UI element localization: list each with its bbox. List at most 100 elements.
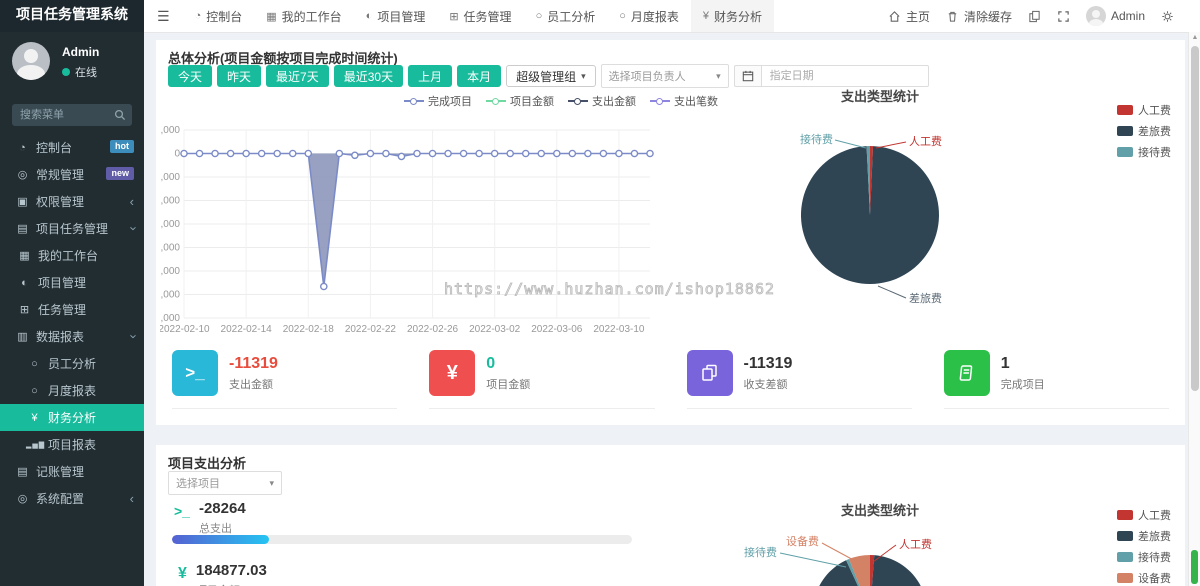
sidebar-item-monthly-report[interactable]: ○ 月度报表 xyxy=(0,377,144,404)
pie-legend-item[interactable]: 人工费 xyxy=(1117,507,1171,523)
chevron-down-icon: ‹ xyxy=(124,226,139,230)
yen-icon: ¥ xyxy=(26,412,43,424)
legend-item-completed-projects[interactable]: 完成项目 xyxy=(404,93,472,109)
sidebar-item-ledger[interactable]: ▤ 记账管理 xyxy=(0,458,144,485)
svg-text:2022-02-18: 2022-02-18 xyxy=(283,324,335,335)
legend-label: 差旅费 xyxy=(1138,123,1171,139)
filter-yesterday-button[interactable]: 昨天 xyxy=(217,65,261,87)
tab-label: 任务管理 xyxy=(464,8,512,25)
search-icon[interactable] xyxy=(114,109,126,121)
tab-monthly-report[interactable]: ○ 月度报表 xyxy=(607,0,691,32)
settings-button[interactable] xyxy=(1161,10,1174,23)
terminal-icon: >_ xyxy=(174,501,190,536)
clear-cache-button[interactable]: 清除缓存 xyxy=(946,8,1012,25)
legend-label: 设备费 xyxy=(1138,570,1171,586)
permissions-icon: ▣ xyxy=(14,195,31,208)
calendar-button[interactable] xyxy=(734,65,761,87)
sidebar-item-task-mgmt[interactable]: ⊞ 任务管理 xyxy=(0,296,144,323)
project-select[interactable]: 选择项目 ▾ xyxy=(168,471,282,495)
pie-legend-item[interactable]: 差旅费 xyxy=(1117,528,1171,544)
line-chart[interactable]: ,0000,000,000,000,000,000,000,0002022-02… xyxy=(160,122,660,344)
scroll-up-arrow-icon[interactable]: ▲ xyxy=(1189,34,1200,41)
sidebar-item-workbench[interactable]: ▦ 我的工作台 xyxy=(0,242,144,269)
home-icon xyxy=(888,10,901,23)
stat-label: 支出金额 xyxy=(229,376,278,392)
svg-text:,000: ,000 xyxy=(161,196,181,207)
stat-value: -11319 xyxy=(744,355,793,373)
svg-text:2022-03-06: 2022-03-06 xyxy=(531,324,583,335)
sidebar-item-employee-analysis[interactable]: ○ 员工分析 xyxy=(0,350,144,377)
tab-console[interactable]: ◔ 控制台 xyxy=(183,0,255,32)
stat-label: 收支差额 xyxy=(744,376,793,392)
stat-value: 184877.03 xyxy=(196,563,267,579)
filter-thismonth-button[interactable]: 本月 xyxy=(457,65,501,87)
group-dropdown-button[interactable]: 超级管理组 ▾ xyxy=(506,65,596,87)
data-report-icon: ▥ xyxy=(14,330,31,343)
tab-task-mgmt[interactable]: ⊞ 任务管理 xyxy=(437,0,523,32)
owner-select[interactable]: 选择项目负责人 ▾ xyxy=(601,64,729,88)
sidebar-item-console[interactable]: ◔ 控制台 hot xyxy=(0,134,144,161)
dashboard-icon: ◔ xyxy=(195,10,202,22)
sidebar-item-system-config[interactable]: ◎ 系统配置 ‹ xyxy=(0,485,144,512)
yen-icon: ¥ xyxy=(703,10,709,22)
tab-project-mgmt[interactable]: ◐ 项目管理 xyxy=(354,0,438,32)
sidebar-item-finance-analysis[interactable]: ¥ 财务分析 xyxy=(0,404,144,431)
pie-legend: 人工费 差旅费 接待费 xyxy=(1117,102,1171,160)
pie-label-equipment: 设备费 xyxy=(786,534,819,548)
filter-today-button[interactable]: 今天 xyxy=(168,65,212,87)
sidebar-item-general[interactable]: ◎ 常规管理 new xyxy=(0,161,144,188)
inner-scrollbar-thumb[interactable] xyxy=(1191,550,1198,584)
home-button[interactable]: 主页 xyxy=(888,8,930,25)
tab-label: 项目管理 xyxy=(377,8,425,25)
calendar-icon xyxy=(742,70,754,82)
svg-text:,000: ,000 xyxy=(161,266,181,277)
circle-o-icon: ○ xyxy=(26,358,43,370)
copy-button[interactable] xyxy=(1028,10,1041,23)
notebook-icon xyxy=(944,350,990,396)
filter-30days-button[interactable]: 最近30天 xyxy=(334,65,403,87)
sidebar-item-label: 项目管理 xyxy=(38,274,86,291)
leader-line xyxy=(835,140,866,148)
pie-legend-item[interactable]: 接待费 xyxy=(1117,549,1171,565)
expense-type-pie-chart-2[interactable]: 接待费 设备费 人工费 xyxy=(740,505,1020,586)
filter-lastmonth-button[interactable]: 上月 xyxy=(408,65,452,87)
pie-label-reception: 接待费 xyxy=(744,545,777,559)
date-input[interactable] xyxy=(761,65,929,87)
sidebar-item-project-mgmt[interactable]: ◐ 项目管理 xyxy=(0,269,144,296)
progress-fill xyxy=(172,535,269,544)
avatar[interactable] xyxy=(12,42,50,80)
pie-legend-item[interactable]: 设备费 xyxy=(1117,570,1171,586)
fullscreen-button[interactable] xyxy=(1057,10,1070,23)
chevron-left-icon: ‹ xyxy=(130,194,134,209)
gear-icon xyxy=(1161,10,1174,23)
scrollbar-thumb[interactable] xyxy=(1191,46,1199,391)
circle-o-icon: ○ xyxy=(619,10,626,22)
filter-7days-button[interactable]: 最近7天 xyxy=(266,65,329,87)
legend-item-expense-amount[interactable]: 支出金额 xyxy=(568,93,636,109)
sidebar-item-project-tasks[interactable]: ▤ 项目任务管理 ‹ xyxy=(0,215,144,242)
sidebar-item-label: 月度报表 xyxy=(48,382,96,399)
search-input[interactable] xyxy=(18,108,114,122)
tab-workbench[interactable]: ▦ 我的工作台 xyxy=(254,0,353,32)
sidebar-item-project-report[interactable]: ▂▅▇ 项目报表 xyxy=(0,431,144,458)
tab-employee-analysis[interactable]: ○ 员工分析 xyxy=(524,0,608,32)
hamburger-icon[interactable]: ☰ xyxy=(144,8,183,25)
leader-line xyxy=(876,142,906,148)
app-title: 项目任务管理系统 xyxy=(0,0,144,32)
sidebar-item-permissions[interactable]: ▣ 权限管理 ‹ xyxy=(0,188,144,215)
user-menu[interactable]: Admin xyxy=(1086,6,1145,26)
tab-label: 员工分析 xyxy=(547,8,595,25)
pie-legend-item[interactable]: 接待费 xyxy=(1117,144,1171,160)
sidebar-item-data-report[interactable]: ▥ 数据报表 ‹ xyxy=(0,323,144,350)
scrollbar-track[interactable]: ▲ xyxy=(1188,32,1200,586)
legend-item-project-amount[interactable]: 项目金额 xyxy=(486,93,554,109)
legend-item-expense-count[interactable]: 支出笔数 xyxy=(650,93,718,109)
topnav: ☰ ◔ 控制台 ▦ 我的工作台 ◐ 项目管理 ⊞ 任务管理 ○ 员工分析 ○ 月… xyxy=(144,0,1200,33)
copy-icon xyxy=(1028,10,1041,23)
tab-finance-analysis[interactable]: ¥ 财务分析 xyxy=(691,0,774,32)
pie-legend-item[interactable]: 差旅费 xyxy=(1117,123,1171,139)
tab-label: 财务分析 xyxy=(714,8,762,25)
pie-legend-item[interactable]: 人工费 xyxy=(1117,102,1171,118)
expense-type-pie-chart[interactable]: 接待费 人工费 差旅费 xyxy=(740,108,1020,343)
project-expense-card: 项目支出分析 选择项目 ▾ >_ -28264 总支出 ¥ 184877.03 … xyxy=(156,445,1185,586)
